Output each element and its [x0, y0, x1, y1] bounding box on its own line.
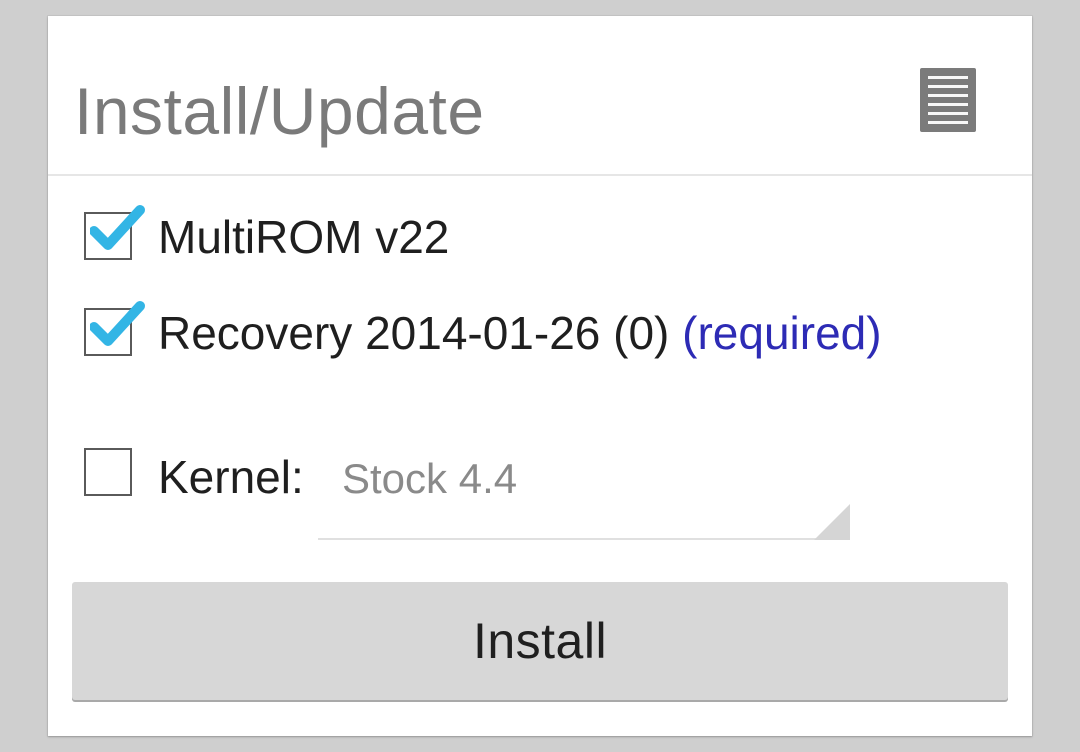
menu-line-icon — [928, 112, 968, 115]
check-icon — [90, 205, 145, 250]
install-button[interactable]: Install — [72, 582, 1008, 700]
recovery-checkbox[interactable] — [84, 301, 145, 356]
menu-line-icon — [928, 121, 968, 124]
spinner-underline — [318, 538, 850, 540]
multirom-checkbox[interactable] — [84, 205, 145, 260]
dropdown-corner-icon — [814, 504, 850, 540]
install-update-dialog: Install/Update MultiROM v22 Recovery 201… — [48, 16, 1032, 736]
recovery-name: Recovery 2014-01-26 (0) — [158, 307, 670, 359]
kernel-checkbox[interactable] — [84, 448, 132, 496]
install-button-label: Install — [472, 613, 608, 669]
menu-line-icon — [928, 103, 968, 106]
menu-icon[interactable] — [920, 68, 976, 132]
menu-line-icon — [928, 76, 968, 79]
dialog-header: Install/Update — [48, 16, 1032, 174]
recovery-required-note: (required) — [682, 307, 882, 359]
menu-line-icon — [928, 85, 968, 88]
dialog-title: Install/Update — [74, 74, 485, 148]
kernel-label: Kernel: — [158, 451, 304, 503]
kernel-selected-value: Stock 4.4 — [342, 455, 518, 502]
check-icon — [90, 301, 145, 346]
header-divider — [48, 174, 1032, 176]
option-kernel: Kernel: Stock 4.4 — [48, 440, 1032, 540]
recovery-label: Recovery 2014-01-26 (0) (required) — [158, 310, 882, 356]
option-recovery: Recovery 2014-01-26 (0) (required) — [48, 296, 1032, 372]
option-multirom: MultiROM v22 — [48, 200, 1032, 276]
multirom-label: MultiROM v22 — [158, 211, 450, 263]
menu-line-icon — [928, 94, 968, 97]
kernel-select[interactable]: Stock 4.4 — [318, 458, 850, 540]
